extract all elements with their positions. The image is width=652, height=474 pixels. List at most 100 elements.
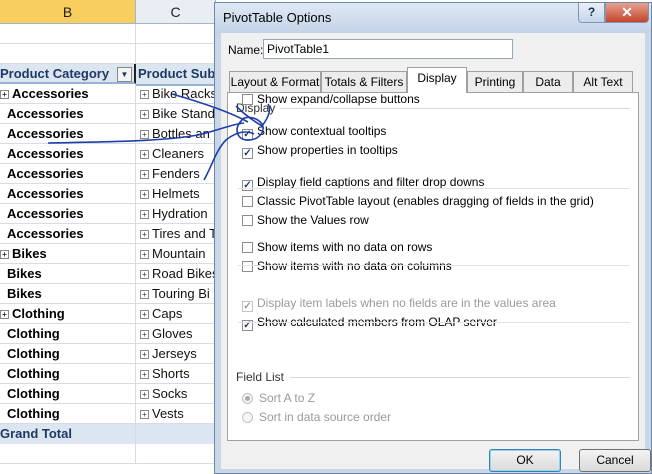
subcategory-cell[interactable]: + Cleaners [136,144,216,164]
table-row: Accessories + Fenders [0,164,216,184]
expand-icon[interactable]: + [0,250,9,260]
subcategory-cell[interactable]: + Jerseys [136,344,216,364]
subcategory-cell[interactable]: + Touring Bi [136,284,216,304]
category-cell[interactable]: Clothing [0,404,136,424]
table-row: + Bikes + Mountain [0,244,216,264]
subcategory-label: Road Bikes [152,266,216,281]
tab-printing[interactable]: Printing [467,71,523,92]
expand-icon[interactable]: + [140,210,149,220]
tab-totals-filters[interactable]: Totals & Filters [321,71,407,92]
expand-icon[interactable]: + [0,90,9,100]
option-label: Show expand/collapse buttons [257,92,420,106]
cell[interactable] [136,24,216,44]
cancel-button[interactable]: Cancel [579,449,651,472]
ok-button[interactable]: OK [489,449,561,472]
column-header-c[interactable]: C [136,0,216,24]
empty-row [0,24,216,44]
option-checkbox[interactable]: ✓ Show contextual tooltips [242,124,386,140]
cell[interactable] [0,24,136,44]
filter-dropdown-icon[interactable]: ▼ [117,67,132,82]
tab-data[interactable]: Data [523,71,573,92]
category-cell[interactable]: + Accessories [0,84,136,104]
expand-icon[interactable]: + [140,290,149,300]
expand-icon[interactable]: + [140,90,149,100]
expand-icon[interactable]: + [140,390,149,400]
help-button[interactable]: ? [578,3,605,23]
cell[interactable] [136,424,216,444]
subcategory-cell[interactable]: + Bike Stand [136,104,216,124]
category-cell[interactable]: Accessories [0,224,136,244]
cell[interactable] [136,44,216,64]
category-cell[interactable]: Bikes [0,264,136,284]
category-cell[interactable]: Clothing [0,384,136,404]
close-button[interactable]: ✕ [605,3,649,23]
subcategory-cell[interactable]: + Fenders [136,164,216,184]
pivot-header-row: Product Category ▼ Product Subc [0,64,216,86]
expand-icon[interactable]: + [140,310,149,320]
cell[interactable] [0,444,136,464]
pivot-header-product-subcategory[interactable]: Product Subc [136,64,216,86]
subcategory-cell[interactable]: + Shorts [136,364,216,384]
sort-data-source-order-radio[interactable]: Sort in data source order [242,410,391,424]
expand-icon[interactable]: + [140,230,149,240]
category-cell[interactable]: + Bikes [0,244,136,264]
sort-a-to-z-radio[interactable]: Sort A to Z [242,391,315,405]
pivot-header-product-category[interactable]: Product Category ▼ [0,64,136,84]
subcategory-cell[interactable]: + Helmets [136,184,216,204]
expand-icon[interactable]: + [140,330,149,340]
subcategory-cell[interactable]: + Tires and T [136,224,216,244]
subcategory-cell[interactable]: + Caps [136,304,216,324]
tab-layout-format[interactable]: Layout & Format [229,71,321,92]
tab-display[interactable]: Display [407,67,467,93]
category-cell[interactable]: Accessories [0,124,136,144]
category-cell[interactable]: Accessories [0,184,136,204]
category-cell[interactable]: Bikes [0,284,136,304]
subcategory-cell[interactable]: + Vests [136,404,216,424]
expand-icon[interactable]: + [140,370,149,380]
group-divider [280,108,630,109]
expand-icon[interactable]: + [140,150,149,160]
expand-icon[interactable]: + [140,190,149,200]
expand-icon[interactable]: + [140,170,149,180]
option-checkbox[interactable]: Classic PivotTable layout (enables dragg… [242,194,594,208]
expand-icon[interactable]: + [140,110,149,120]
table-row: Clothing + Socks [0,384,216,404]
subcategory-cell[interactable]: + Mountain [136,244,216,264]
subcategory-cell[interactable]: + Road Bikes [136,264,216,284]
expand-icon[interactable]: + [140,130,149,140]
cell[interactable] [0,44,136,64]
subcategory-cell[interactable]: + Bottles an [136,124,216,144]
column-header-b[interactable]: B [0,0,136,24]
option-checkbox[interactable]: Show items with no data on rows [242,240,432,254]
cell[interactable] [136,444,216,464]
category-cell[interactable]: Clothing [0,364,136,384]
expand-icon[interactable]: + [140,250,149,260]
tab-alt-text[interactable]: Alt Text [573,71,633,92]
subcategory-cell[interactable]: + Hydration [136,204,216,224]
option-checkbox[interactable]: ✓ Display item labels when no fields are … [242,296,556,312]
category-cell[interactable]: Accessories [0,204,136,224]
pivottable-name-input[interactable]: PivotTable1 [263,39,513,59]
category-cell[interactable]: Accessories [0,144,136,164]
checkmark-icon: ✓ [242,129,253,140]
subcategory-label: Touring Bi [152,286,210,301]
subcategory-cell[interactable]: + Gloves [136,324,216,344]
expand-icon[interactable]: + [0,310,9,320]
category-cell[interactable]: Clothing [0,324,136,344]
expand-icon[interactable]: + [140,410,149,420]
expand-icon[interactable]: + [140,350,149,360]
grand-total-cell[interactable]: Grand Total [0,424,136,444]
category-cell[interactable]: Accessories [0,104,136,124]
category-cell[interactable]: Accessories [0,164,136,184]
category-cell[interactable]: Clothing [0,344,136,364]
option-checkbox[interactable]: Show expand/collapse buttons [242,92,420,106]
category-cell[interactable]: + Clothing [0,304,136,324]
subcategory-cell[interactable]: + Socks [136,384,216,404]
option-checkbox[interactable]: ✓ Show properties in tooltips [242,143,398,159]
dialog-titlebar[interactable]: PivotTable Options ? ✕ [215,3,651,33]
option-checkbox[interactable]: ✓ Show calculated members from OLAP serve… [242,315,497,331]
option-checkbox[interactable]: Show items with no data on columns [242,259,452,273]
subcategory-cell[interactable]: + Bike Racks [136,84,216,104]
expand-icon[interactable]: + [140,270,149,280]
option-checkbox[interactable]: Show the Values row [242,213,369,227]
